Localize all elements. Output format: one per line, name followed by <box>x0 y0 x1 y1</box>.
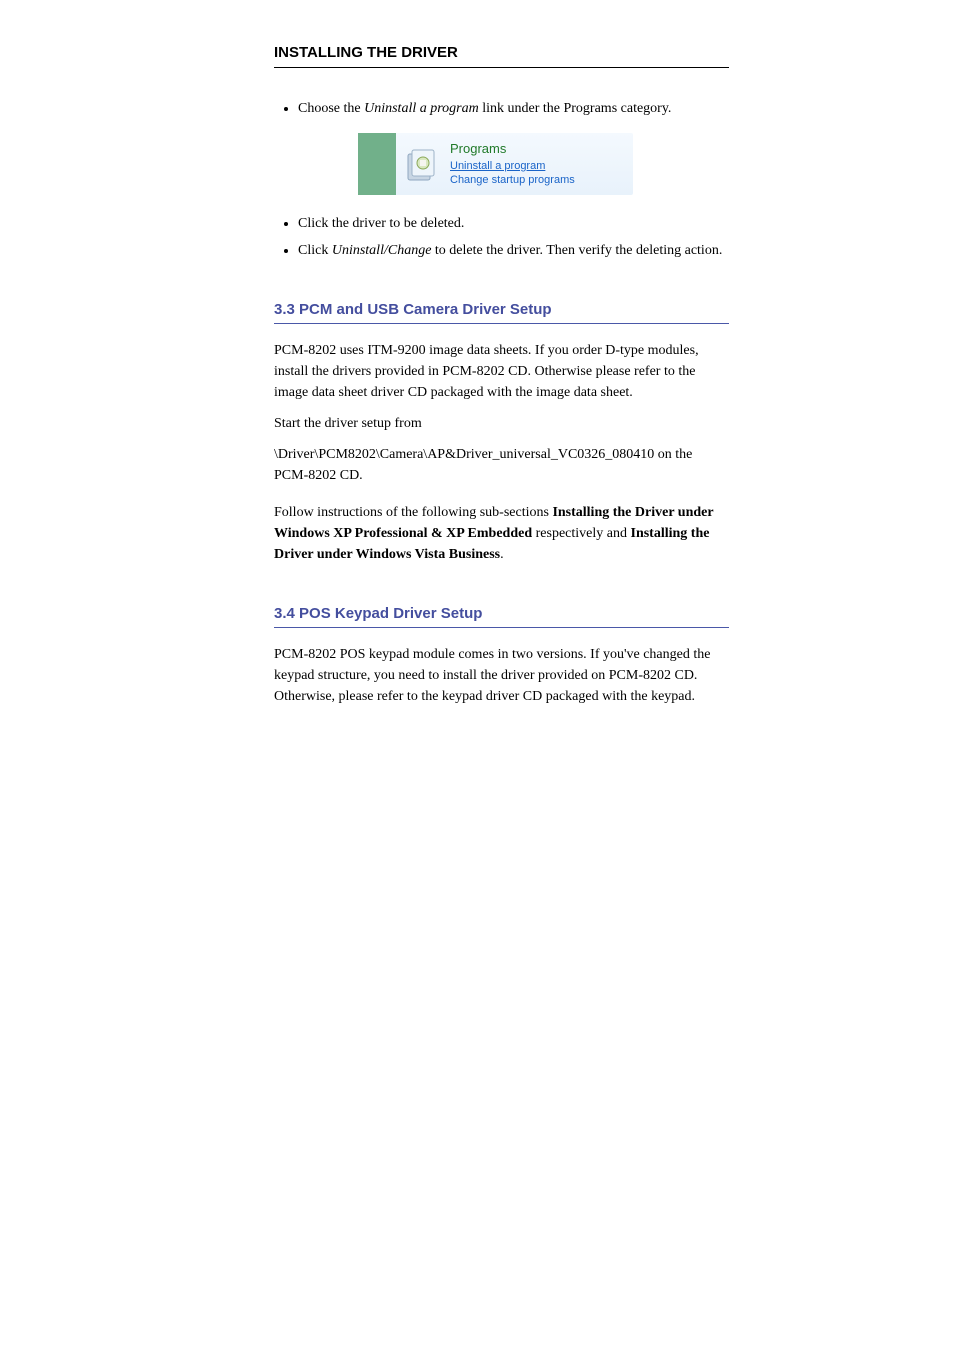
card-left-strip <box>358 133 396 195</box>
list-item: Choose the Uninstall a program link unde… <box>298 98 729 195</box>
paragraph: PCM-8202 POS keypad module comes in two … <box>274 644 729 707</box>
subsection-heading: 3.3 PCM and USB Camera Driver Setup <box>274 301 729 324</box>
uninstall-program-link[interactable]: Uninstall a program <box>450 159 575 174</box>
subsection-heading: 3.4 POS Keypad Driver Setup <box>274 605 729 628</box>
paragraph: PCM-8202 uses ITM-9200 image data sheets… <box>274 340 729 403</box>
step-text: link under the Programs category. <box>479 101 672 116</box>
step-text: Click <box>298 243 332 258</box>
step-list: Choose the Uninstall a program link unde… <box>284 98 729 261</box>
driver-path: \Driver\PCM8202\Camera\AP&Driver_univers… <box>274 444 729 486</box>
step-text: Choose the <box>298 101 364 116</box>
section-title: INSTALLING THE DRIVER <box>274 44 729 68</box>
paragraph: Follow instructions of the following sub… <box>274 502 729 565</box>
paragraph: Start the driver setup from <box>274 413 729 434</box>
ui-term: Uninstall/Change <box>332 243 432 258</box>
programs-icon <box>396 133 446 195</box>
list-item: Click the driver to be deleted. <box>298 213 729 234</box>
step-text: Click the driver to be deleted. <box>298 216 464 231</box>
para-text: . <box>500 547 504 562</box>
list-item: Click Uninstall/Change to delete the dri… <box>298 240 729 261</box>
para-text: respectively and <box>532 526 630 541</box>
para-text: Follow instructions of the following sub… <box>274 505 552 520</box>
step-text: to delete the driver. Then verify the de… <box>431 243 722 258</box>
control-panel-programs-card: Programs Uninstall a program Change star… <box>358 133 633 195</box>
programs-heading: Programs <box>450 140 575 158</box>
change-startup-link[interactable]: Change startup programs <box>450 173 575 188</box>
ui-term: Uninstall a program <box>364 101 479 116</box>
figure-programs-item: Programs Uninstall a program Change star… <box>358 133 729 195</box>
